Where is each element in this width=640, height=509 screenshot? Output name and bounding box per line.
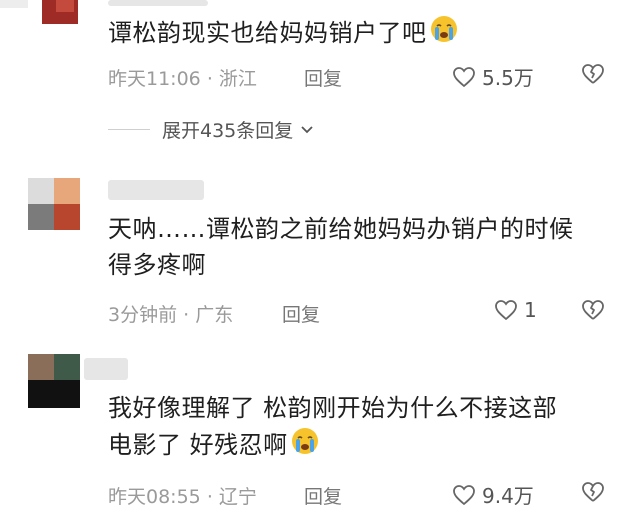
chevron-down-icon (301, 125, 313, 133)
crying-face-emoji-icon (290, 426, 320, 466)
avatar[interactable] (28, 354, 80, 408)
dislike-button[interactable] (580, 298, 606, 326)
like-button[interactable]: 1 (494, 298, 537, 322)
dislike-button[interactable] (580, 480, 606, 508)
avatar[interactable] (0, 0, 100, 28)
comment-meta: 3分钟前 · 广东 (108, 300, 233, 327)
crying-face-emoji-icon (429, 14, 459, 54)
broken-heart-icon (582, 482, 604, 502)
expand-replies-button[interactable]: 展开435条回复 (108, 116, 317, 143)
comment-meta: 昨天11:06 · 浙江 (108, 64, 257, 91)
dislike-button[interactable] (580, 62, 606, 90)
like-count: 9.4万 (482, 484, 534, 508)
avatar[interactable] (28, 178, 80, 230)
like-button[interactable]: 5.5万 (452, 62, 534, 91)
comment-text-line: 天呐……谭松韵之前给她妈妈办销户的时候 (108, 215, 574, 243)
separator: · (206, 486, 213, 508)
comment-location: 浙江 (218, 68, 257, 90)
comment-text-line: 我好像理解了 松韵刚开始为什么不接这部 (108, 394, 558, 422)
heart-icon (495, 300, 517, 321)
comment-location: 辽宁 (218, 486, 257, 508)
separator: · (183, 304, 190, 326)
comment-text: 天呐……谭松韵之前给她妈妈办销户的时候 得多疼啊 (108, 211, 574, 283)
comment-meta: 昨天08:55 · 辽宁 (108, 482, 257, 509)
username-blurred (108, 0, 208, 6)
broken-heart-icon (582, 300, 604, 320)
expand-divider-line (108, 129, 150, 130)
like-button[interactable]: 9.4万 (452, 480, 534, 509)
comment-time: 昨天11:06 (108, 68, 201, 90)
separator: · (206, 68, 213, 90)
comment-time: 3分钟前 (108, 304, 178, 326)
username-blurred (84, 358, 128, 380)
reply-button[interactable]: 回复 (304, 482, 342, 509)
heart-icon (453, 66, 475, 87)
comment-text-line: 电影了 好残忍啊 (108, 426, 557, 466)
expand-replies-label: 展开435条回复 (162, 120, 294, 142)
broken-heart-icon (582, 64, 604, 84)
comment-time: 昨天08:55 (108, 486, 201, 508)
reply-button[interactable]: 回复 (304, 64, 342, 91)
like-count: 1 (524, 298, 537, 322)
reply-button[interactable]: 回复 (282, 300, 320, 327)
comment-location: 广东 (195, 304, 234, 326)
comment-text: 我好像理解了 松韵刚开始为什么不接这部 电影了 好残忍啊 (108, 390, 557, 466)
comment-text-line: 得多疼啊 (108, 251, 206, 279)
comment-text: 谭松韵现实也给妈妈销户了吧 (108, 14, 459, 54)
username-blurred (108, 180, 204, 200)
like-count: 5.5万 (482, 66, 534, 90)
heart-icon (453, 484, 475, 505)
